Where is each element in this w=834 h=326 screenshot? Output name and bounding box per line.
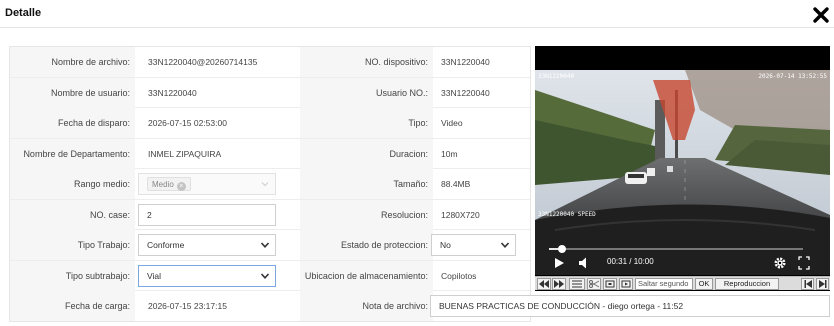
video-time: 00:31 / 10:00 <box>607 257 654 266</box>
form-row: Tipo Trabajo: Conforme Estado de protecc… <box>10 230 530 261</box>
playback-toolbar: Saltar segundo OK Reproduccion <box>535 276 830 290</box>
rewind-icon <box>539 280 549 288</box>
form-row: Fecha de disparo: 2026-07-15 02:53:00 Ti… <box>10 108 530 139</box>
work-type-label: Tipo Trabajo: <box>10 230 135 260</box>
work-subtype-label: Tipo subtrabajo: <box>10 260 135 291</box>
resolution-value: 1280X720 <box>441 209 480 220</box>
file-note-input[interactable]: BUENAS PRACTICAS DE CONDUCCIÓN - diego o… <box>430 295 830 317</box>
storage-location-label: Ubicacion de almacenamiento: <box>300 260 433 291</box>
duration-label: Duracion: <box>300 138 433 169</box>
medium-range-tag-label: Medio <box>152 180 174 189</box>
playlist-button[interactable] <box>569 278 585 290</box>
list-icon <box>572 280 582 288</box>
protection-state-value: No <box>440 240 451 250</box>
form-row: Tipo subtrabajo: Vial Ubicacion de almac… <box>10 260 530 291</box>
osd-bottom-left: 33N1220040 SPEED <box>538 211 596 218</box>
rewind-button[interactable] <box>537 278 551 290</box>
medium-range-label: Rango medio: <box>10 169 135 199</box>
frame-step-button[interactable] <box>619 278 633 290</box>
upload-date-value: 2026-07-15 23:17:15 <box>148 301 227 311</box>
resolution-label: Resolucion: <box>300 199 433 230</box>
fast-forward-button[interactable] <box>552 278 566 290</box>
video-progress-knob[interactable] <box>557 245 566 253</box>
user-name-value: 33N1220040 <box>148 87 197 98</box>
protection-state-select[interactable]: No <box>431 234 516 256</box>
size-label: Tamaño: <box>300 169 433 199</box>
snapshot-icon <box>605 280 615 288</box>
video-player[interactable]: 33N1220040 2026-07-14 13:52:55 33N122004… <box>535 46 830 291</box>
form-row: Nombre de archivo: 33N1220040@2026071413… <box>10 47 530 78</box>
trigger-date-label: Fecha de disparo: <box>10 108 135 138</box>
frame-step-icon <box>621 280 631 288</box>
form-row: Nombre de usuario: 33N1220040 Usuario NO… <box>10 77 530 108</box>
cut-button[interactable] <box>587 278 601 290</box>
playback-button[interactable]: Reproduccion <box>715 278 779 290</box>
previous-button[interactable] <box>801 278 814 290</box>
medium-range-select[interactable]: Medio × <box>138 173 276 195</box>
form-row: Fecha de carga: 2026-07-15 23:17:15 Nota… <box>10 291 830 322</box>
play-icon[interactable] <box>553 254 565 272</box>
type-value: Video <box>441 118 463 128</box>
next-button[interactable] <box>816 278 829 290</box>
chevron-down-icon <box>260 242 270 248</box>
file-name-value: 33N1220040@20260714135 <box>148 57 258 67</box>
skip-previous-icon <box>804 280 812 288</box>
video-progress-bar[interactable] <box>549 245 803 253</box>
video-frame: 33N1220040 2026-07-14 13:52:55 33N122004… <box>535 70 830 275</box>
size-value: 88.4MB <box>441 179 471 189</box>
file-note-label: Nota de archivo: <box>300 291 433 321</box>
detail-form: Nombre de archivo: 33N1220040@2026071413… <box>9 46 830 322</box>
form-row: Nombre de Departamento: INMEL ZIPAQUIRA … <box>10 138 530 169</box>
form-row: Rango medio: Medio × Tamaño: 88.4MB <box>10 169 530 200</box>
fast-forward-icon <box>554 280 564 288</box>
duration-value: 10m <box>441 148 458 159</box>
user-name-label: Nombre de usuario: <box>10 77 135 108</box>
close-icon[interactable] <box>810 4 832 26</box>
device-no-label: NO. dispositivo: <box>300 47 433 77</box>
storage-location-value: Copilotos <box>441 270 477 281</box>
snapshot-button[interactable] <box>603 278 617 290</box>
case-no-label: NO. case: <box>10 199 135 230</box>
medium-range-tag: Medio × <box>147 177 191 191</box>
user-no-label: Usuario NO.: <box>300 77 433 108</box>
department-value: INMEL ZIPAQUIRA <box>148 148 222 159</box>
osd-top-right: 2026-07-14 13:52:55 <box>758 73 827 80</box>
osd-top-left: 33N1220040 <box>538 73 575 80</box>
volume-icon[interactable] <box>577 254 591 272</box>
remove-tag-icon[interactable]: × <box>176 182 186 191</box>
upload-date-label: Fecha de carga: <box>10 291 135 321</box>
trigger-date-value: 2026-07-15 02:53:00 <box>148 118 227 128</box>
chevron-down-icon <box>261 182 269 187</box>
work-subtype-select[interactable]: Vial <box>138 264 276 287</box>
ok-button[interactable]: OK <box>695 278 713 290</box>
work-type-select[interactable]: Conforme <box>138 234 276 256</box>
user-no-value: 33N1220040 <box>441 87 490 98</box>
department-label: Nombre de Departamento: <box>10 138 135 169</box>
settings-gear-icon[interactable] <box>772 254 788 272</box>
skip-seconds-input[interactable]: Saltar segundo <box>635 278 693 290</box>
scissors-icon <box>589 280 599 288</box>
dialog-title: Detalle <box>5 7 42 19</box>
case-no-input[interactable]: 2 <box>138 203 276 226</box>
work-type-value: Conforme <box>147 240 185 250</box>
file-name-label: Nombre de archivo: <box>10 47 135 77</box>
form-row: NO. case: 2 Resolucion: 1280X720 <box>10 199 530 230</box>
type-label: Tipo: <box>300 108 433 138</box>
device-no-value: 33N1220040 <box>441 57 490 67</box>
chevron-down-icon <box>500 242 510 248</box>
fullscreen-icon[interactable] <box>797 254 811 272</box>
work-subtype-value: Vial <box>147 270 162 281</box>
chevron-down-icon <box>260 272 270 279</box>
dialog-header: Detalle <box>0 0 834 28</box>
skip-next-icon <box>818 280 826 288</box>
protection-state-label: Estado de proteccion: <box>300 230 433 260</box>
